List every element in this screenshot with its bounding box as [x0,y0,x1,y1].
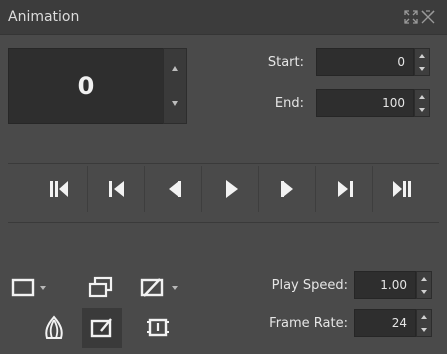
chevron-down-icon[interactable] [417,285,431,298]
previous-frame-icon [168,181,181,197]
chevron-down-icon[interactable] [415,62,429,75]
docker-window-controls [403,9,437,25]
play-icon [225,180,238,198]
close-icon[interactable] [421,10,435,24]
frame-rate-input[interactable]: 24 [354,309,416,337]
drop-frames-button[interactable] [140,310,176,346]
chevron-down-icon[interactable] [415,103,429,116]
remove-frame-icon [140,278,178,297]
jump-to-start-icon [49,181,68,197]
current-frame-value: 0 [77,72,95,100]
next-frame-icon [280,181,293,197]
start-label: Start: [267,55,304,70]
end-label: End: [274,96,304,111]
chevron-down-icon[interactable] [417,323,431,336]
frame-rate-spinner[interactable] [416,309,432,337]
jump-to-end-icon [392,181,411,197]
end-input[interactable]: 100 [316,89,414,117]
separator [8,163,439,164]
frame-decrement-button[interactable] [164,86,186,123]
separator [8,222,439,223]
remove-frame-button[interactable] [138,273,190,303]
chevron-up-icon[interactable] [415,49,429,62]
previous-keyframe-button[interactable] [87,166,145,212]
play-button[interactable] [201,166,259,212]
chevron-down-icon [172,101,178,106]
jump-to-start-button[interactable] [30,166,87,212]
end-value: 100 [382,96,405,110]
chevron-up-icon[interactable] [417,272,431,285]
next-frame-button[interactable] [258,166,316,212]
transport-controls [30,166,444,212]
frame-rate-label: Frame Rate: [269,316,348,331]
play-speed-label: Play Speed: [271,278,348,293]
docker-title: Animation [8,9,80,25]
jump-to-end-button[interactable] [372,166,430,212]
start-spinner[interactable] [414,48,430,76]
current-frame-spinner[interactable] [163,48,187,124]
play-speed-value: 1.00 [380,278,407,292]
onion-skin-button[interactable] [38,310,70,346]
float-icon[interactable] [404,10,418,24]
add-blank-frame-button[interactable] [10,273,50,303]
auto-frame-icon [90,318,112,338]
next-keyframe-button[interactable] [315,166,373,212]
auto-frame-mode-button[interactable] [82,308,122,348]
blank-frame-icon [11,278,46,297]
duplicate-frame-icon [88,276,113,298]
next-keyframe-icon [337,181,353,197]
previous-keyframe-icon [108,181,124,197]
play-speed-spinner[interactable] [416,271,432,299]
end-spinner[interactable] [414,89,430,117]
duplicate-frame-button[interactable] [84,273,118,303]
frame-increment-button[interactable] [164,49,186,86]
chevron-up-icon[interactable] [417,310,431,323]
previous-frame-button[interactable] [144,166,202,212]
start-value: 0 [397,55,405,69]
docker-titlebar: Animation [0,0,447,35]
onion-skin-icon [45,315,63,339]
current-frame-field[interactable]: 0 [8,48,164,124]
drop-frames-icon [147,318,169,337]
animation-docker: Animation 0 Start: 0 End: 100 Play Speed… [0,0,447,354]
chevron-up-icon [172,66,178,71]
chevron-up-icon[interactable] [415,90,429,103]
start-input[interactable]: 0 [316,48,414,76]
play-speed-input[interactable]: 1.00 [354,271,416,299]
frame-rate-value: 24 [391,316,407,330]
